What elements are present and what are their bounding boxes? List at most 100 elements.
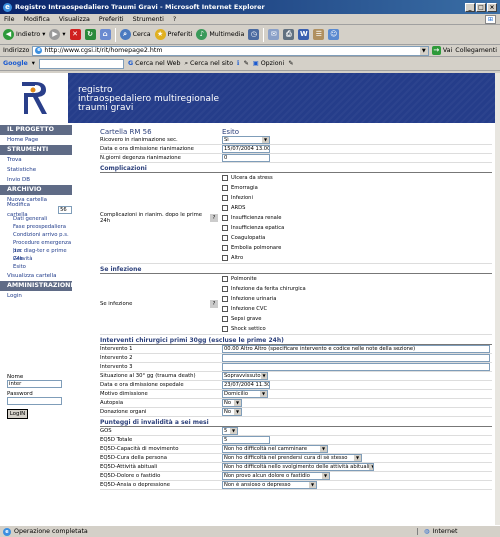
sidebar-item-home[interactable]: Home Page (0, 135, 72, 145)
motivo-dimissione-select[interactable]: Domicilio ▼ (222, 390, 268, 398)
checkbox-item[interactable]: Infezione da ferita chirurgica (222, 284, 306, 294)
checkbox[interactable] (222, 235, 228, 241)
google-logo[interactable]: Google (3, 60, 28, 67)
media-button[interactable]: ♪ Multimedia (196, 29, 244, 40)
checkbox[interactable] (222, 215, 228, 221)
password-input[interactable] (7, 397, 62, 405)
modifica-cartella-input[interactable]: 56 (58, 206, 72, 214)
login-button[interactable]: LogIN (7, 409, 28, 419)
sidebar-item-invio-db[interactable]: Invio DB (0, 175, 72, 185)
help-icon[interactable]: ? (210, 214, 218, 222)
close-button[interactable]: × (487, 2, 497, 12)
situazione-30gg-select[interactable]: Sopravvissuto ▼ (222, 372, 268, 380)
menu-modifica[interactable]: Modifica (24, 16, 50, 23)
google-search-input[interactable] (38, 58, 124, 69)
checkbox[interactable] (222, 175, 228, 181)
menu-visualizza[interactable]: Visualizza (59, 16, 90, 23)
sidebar-sub-iter-diag[interactable]: Iter diag-ter e prime 24h (0, 247, 72, 262)
data-dimissione-rianimazione-input[interactable]: 15/07/2004 13.00 (222, 145, 270, 153)
menu-file[interactable]: File (4, 16, 15, 23)
mail-icon[interactable]: ✉ (268, 29, 280, 40)
checkbox[interactable] (222, 306, 228, 312)
sidebar-sub-condizioni-arrivo[interactable]: Condizioni arrivo p.s. (0, 231, 72, 239)
checkbox-item[interactable]: Polmonite (222, 274, 306, 284)
google-site-search-button[interactable]: ⌕ Cerca nel sito (185, 60, 234, 68)
chevron-down-icon[interactable]: ▾ (32, 60, 35, 67)
minimize-button[interactable]: _ (465, 2, 475, 12)
stop-icon[interactable]: ✕ (69, 29, 81, 40)
highlight-icon[interactable]: ✎ (243, 60, 248, 67)
checkbox[interactable] (222, 316, 228, 322)
sidebar-sub-gravita[interactable]: Gravità (0, 255, 72, 263)
checkbox[interactable] (222, 225, 228, 231)
vertical-scrollbar[interactable] (495, 73, 500, 525)
sidebar-item-trova[interactable]: Trova (0, 155, 72, 165)
sidebar-sub-procedure-emergenza[interactable]: Procedure emergenza p.s. (0, 239, 72, 254)
eq5d-attivita-select[interactable]: Non ho difficoltà nello svolgimento dell… (222, 463, 374, 471)
checkbox-item[interactable]: Insufficienza epatica (222, 223, 284, 233)
favorites-button[interactable]: ★ Preferiti (154, 29, 192, 40)
eq5d-ansia-select[interactable]: Non è ansioso o depresso ▼ (222, 481, 317, 489)
search-button[interactable]: ⌕ Cerca (119, 29, 151, 40)
sidebar-sub-fase-preospedaliera[interactable]: Fase preospedaliera (0, 223, 72, 231)
back-button[interactable]: ◀ Indietro ▾ (3, 29, 45, 40)
sidebar-sub-esito[interactable]: Esito (0, 263, 72, 271)
checkbox-item[interactable]: Ulcera da stress (222, 173, 284, 183)
name-input[interactable]: inter (7, 380, 62, 388)
menu-preferiti[interactable]: Preferiti (99, 16, 124, 23)
gos-select[interactable]: 5 ▼ (222, 427, 238, 435)
chevron-down-icon[interactable]: ▼ (419, 46, 428, 55)
links-label[interactable]: Collegamenti (455, 47, 497, 54)
checkbox[interactable] (222, 255, 228, 261)
autopsia-select[interactable]: No ▼ (222, 399, 242, 407)
menu-strumenti[interactable]: Strumenti (133, 16, 164, 23)
checkbox[interactable] (222, 205, 228, 211)
ricovero-select[interactable]: Sì ▼ (222, 136, 270, 144)
checkbox-item[interactable]: Sepsi grave (222, 314, 306, 324)
refresh-icon[interactable]: ↻ (84, 29, 96, 40)
google-web-search-button[interactable]: G Cerca nel Web (128, 60, 181, 67)
data-dimissione-ospedale-input[interactable]: 23/07/2004 11.30 (222, 381, 270, 389)
checkbox-item[interactable]: ARDS (222, 203, 284, 213)
checkbox-item[interactable]: Infezione CVC (222, 304, 306, 314)
discuss-icon[interactable]: ☰ (313, 29, 325, 40)
checkbox-item[interactable]: Emorragia (222, 183, 284, 193)
sidebar-item-statistiche[interactable]: Statistiche (0, 165, 72, 175)
checkbox-item[interactable]: Coagulopatia (222, 233, 284, 243)
checkbox[interactable] (222, 245, 228, 251)
checkbox-item[interactable]: Embolia polmonare (222, 243, 284, 253)
sidebar-item-login[interactable]: Login (0, 291, 72, 301)
checkbox[interactable] (222, 286, 228, 292)
print-icon[interactable]: ⎙ (283, 29, 295, 40)
donazione-organi-select[interactable]: No ▼ (222, 408, 242, 416)
history-icon[interactable]: ◷ (248, 29, 260, 40)
forward-button[interactable]: ▶ ▾ (49, 29, 66, 40)
checkbox-item[interactable]: Infezioni (222, 193, 284, 203)
go-button[interactable]: → Vai (431, 46, 452, 55)
checkbox[interactable] (222, 195, 228, 201)
checkbox-item[interactable]: Infezione urinaria (222, 294, 306, 304)
maximize-button[interactable]: □ (476, 2, 486, 12)
intervento-2-input[interactable] (222, 354, 490, 362)
eq5d-dolore-select[interactable]: Non provo alcun dolore o fastidio ▼ (222, 472, 330, 480)
checkbox-item[interactable]: Insufficienza renale (222, 213, 284, 223)
checkbox-item[interactable]: Shock settico (222, 324, 306, 334)
eq5d-cura-select[interactable]: Non ho difficoltà nel prendersi cura di … (222, 454, 362, 462)
home-icon[interactable]: ⌂ (99, 29, 111, 40)
checkbox[interactable] (222, 185, 228, 191)
google-options-button[interactable]: ▣ Opzioni (253, 60, 285, 67)
edit-icon[interactable]: W (298, 29, 310, 40)
checkbox[interactable] (222, 276, 228, 282)
pencil-icon[interactable]: ✎ (288, 60, 293, 67)
menu-help[interactable]: ? (173, 16, 176, 23)
sidebar-item-visualizza-cartella[interactable]: Visualizza cartella (0, 271, 72, 281)
checkbox[interactable] (222, 296, 228, 302)
checkbox[interactable] (222, 326, 228, 332)
messenger-icon[interactable]: ☺ (328, 29, 340, 40)
intervento-1-input[interactable]: 00.00 Altro Altro (specificare intervent… (222, 345, 490, 353)
address-input[interactable]: e http://www.cgsi.it/rit/homepage2.htm ▼ (32, 45, 429, 56)
help-icon[interactable]: ? (210, 300, 218, 308)
eq5d-movimento-select[interactable]: Non ho difficoltà nel camminare ▼ (222, 445, 328, 453)
intervento-3-input[interactable] (222, 363, 490, 371)
info-icon[interactable]: ℹ (237, 60, 239, 67)
